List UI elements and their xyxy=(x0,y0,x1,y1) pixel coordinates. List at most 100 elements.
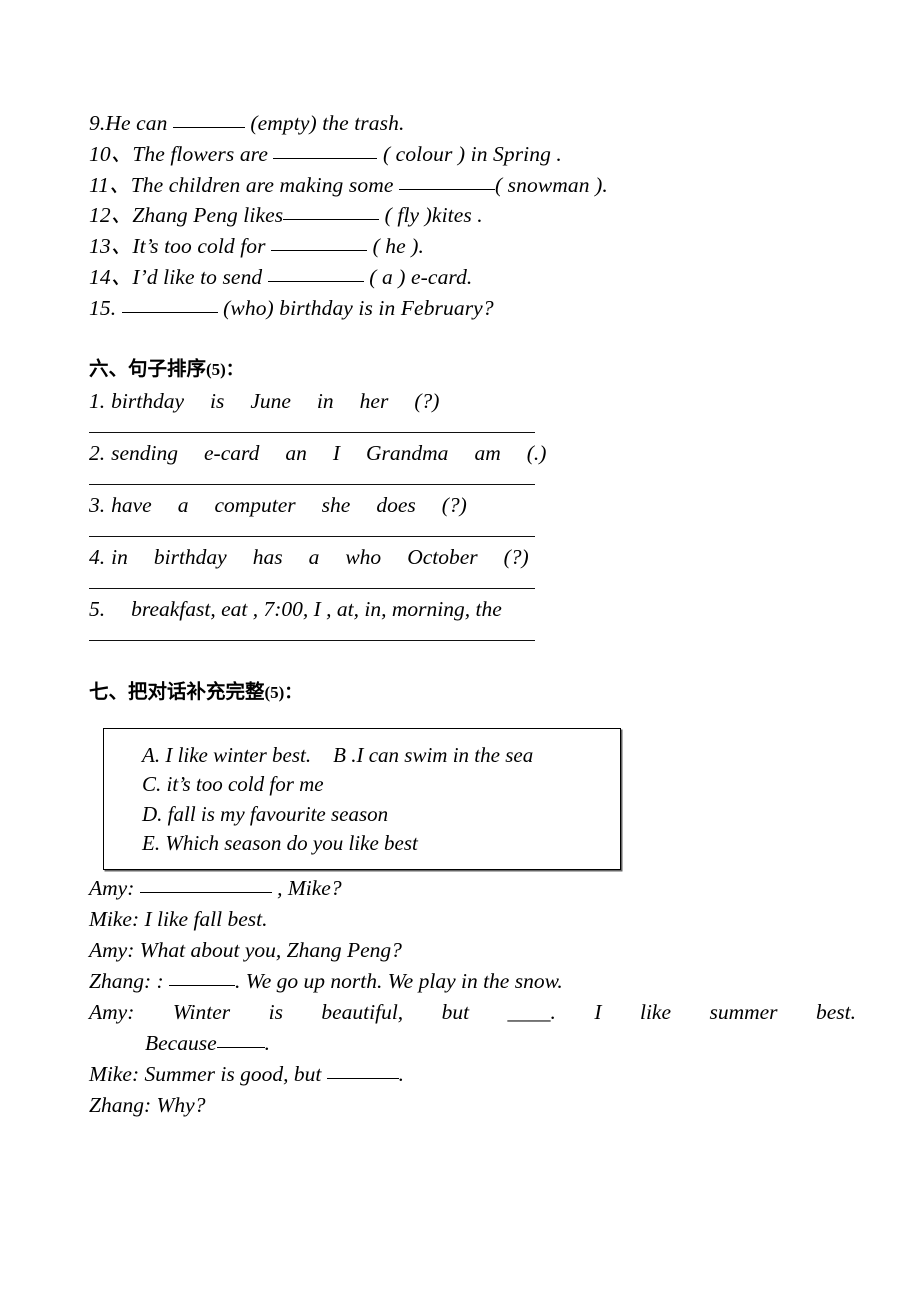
word-token: beautiful, xyxy=(321,999,404,1024)
question-item-14: 14、I’d like to send ( a ) e-card. xyxy=(89,262,857,293)
section-six-title: 六、句子排序 xyxy=(89,356,207,380)
answer-line[interactable] xyxy=(89,535,535,537)
speaker-label: Amy: xyxy=(89,999,135,1024)
reorder-item-3: 3. have a computer she does (?) xyxy=(89,487,857,520)
answer-blank[interactable] xyxy=(267,266,364,282)
answer-line[interactable] xyxy=(89,483,535,485)
worksheet-page: 9.He can (empty) the trash. 10、The flowe… xyxy=(0,0,920,1302)
word-token: October xyxy=(407,544,478,569)
word-token: June xyxy=(250,388,291,413)
question-item-10: 10、The flowers are ( colour ) in Spring … xyxy=(89,139,857,170)
answer-blank[interactable] xyxy=(216,1032,265,1048)
word-token: Winter xyxy=(172,999,231,1024)
item-text-after: (empty) the trash. xyxy=(244,111,405,135)
option-e: E. Which season do you like best xyxy=(142,831,418,856)
section-six-heading: 六、句子排序(5)： xyxy=(89,356,857,383)
option-line-c: C. it’s too cold for me xyxy=(104,770,620,800)
answer-blank[interactable]: ____. xyxy=(508,1000,556,1024)
answer-line[interactable] xyxy=(89,587,535,589)
word-token: best. xyxy=(815,999,856,1024)
sentence-reorder-list: 1. birthday is June in her (?) 2. sending e-card… xyxy=(89,383,857,641)
option-a: A. I like winter best. xyxy=(142,742,312,767)
item-number: 13、 xyxy=(89,234,133,259)
option-line-e: E. Which season do you like best xyxy=(104,829,620,859)
item-text-before: The children are making some xyxy=(130,172,399,197)
word-list: breakfast, eat , 7:00, I , at, in, morni… xyxy=(131,596,502,621)
item-text-before: Zhang Peng likes xyxy=(132,203,284,228)
option-d: D. fall is my favourite season xyxy=(142,801,389,826)
item-text-after: ( a ) e-card. xyxy=(363,264,473,289)
line-text-after: . xyxy=(398,1061,405,1086)
page-content: 9.He can (empty) the trash. 10、The flowe… xyxy=(89,108,857,1121)
dialogue-line-amy-2: Amy: What about you, Zhang Peng? xyxy=(89,935,857,966)
dialogue-line-mike-2: Mike: Summer is good, but . xyxy=(89,1059,857,1090)
word-token: (?) xyxy=(414,388,440,413)
answer-blank[interactable] xyxy=(172,112,245,128)
item-number: 10、 xyxy=(89,141,133,166)
dialogue-line-zhang-1: Zhang: : . We go up north. We play in th… xyxy=(89,966,857,997)
line-text-after: . xyxy=(264,1030,271,1055)
item-number: 15. xyxy=(89,295,117,320)
item-number: 14、 xyxy=(89,264,133,289)
question-item-11: 11、The children are making some ( snowma… xyxy=(89,170,857,201)
word-token: summer xyxy=(709,999,778,1024)
item-text-after: ( snowman ). xyxy=(494,172,608,197)
answer-blank[interactable] xyxy=(283,204,380,221)
item-text-after: ( colour ) in Spring . xyxy=(377,141,562,166)
line-text: Why? xyxy=(151,1092,206,1117)
answer-line[interactable] xyxy=(89,639,535,641)
item-text-before: He can xyxy=(105,111,173,135)
item-text-after: ( he ). xyxy=(367,234,425,259)
answer-blank[interactable] xyxy=(139,877,272,893)
item-number: 2. xyxy=(89,440,106,465)
speaker-label: Amy: xyxy=(89,875,135,900)
section-seven-title: 七、把对话补充完整 xyxy=(89,679,265,703)
dialogue-line-amy-1: Amy: , Mike? xyxy=(89,873,857,904)
answer-blank[interactable] xyxy=(169,970,236,986)
line-text-after: , Mike? xyxy=(271,875,342,900)
speaker-label: Zhang: xyxy=(89,1092,152,1117)
word-token: an xyxy=(285,440,307,465)
answer-line[interactable] xyxy=(89,431,535,433)
answer-blank[interactable] xyxy=(121,297,218,313)
speaker-label: Mike: xyxy=(89,906,140,931)
item-number: 9. xyxy=(89,111,106,135)
answer-blank[interactable] xyxy=(326,1063,399,1079)
item-number: 11、 xyxy=(89,172,131,197)
word-token: (.) xyxy=(526,440,547,465)
word-token: in xyxy=(316,388,334,413)
word-token: (?) xyxy=(441,492,467,517)
speaker-label: Zhang: xyxy=(89,968,152,993)
option-line-ab: A. I like winter best. B .I can swim in t… xyxy=(104,741,620,771)
speaker-label: Amy: xyxy=(89,937,135,962)
item-text-before: It’s too cold for xyxy=(132,234,272,259)
word-token: birthday xyxy=(153,544,227,569)
item-number: 4. xyxy=(89,544,106,569)
question-item-15: 15. (who) birthday is in February? xyxy=(89,293,857,324)
fill-in-blank-list: 9.He can (empty) the trash. 10、The flowe… xyxy=(89,108,857,324)
word-token: sending xyxy=(111,440,179,465)
option-c: C. it’s too cold for me xyxy=(142,772,324,797)
line-text: I like fall best. xyxy=(139,906,268,931)
question-item-9: 9.He can (empty) the trash. xyxy=(89,108,857,139)
item-text-before: The flowers are xyxy=(132,141,274,166)
answer-blank[interactable] xyxy=(398,174,495,190)
reorder-item-4: 4. in birthday has a who October (?) xyxy=(89,539,857,572)
item-text-before: I’d like to send xyxy=(132,264,268,289)
speaker-label: Mike: xyxy=(89,1061,140,1086)
section-six-score: (5)： xyxy=(206,359,243,379)
word-token: is xyxy=(268,999,283,1024)
word-token: a xyxy=(177,492,189,517)
question-item-12: 12、Zhang Peng likes ( fly )kites . xyxy=(89,200,857,231)
word-token: am xyxy=(474,440,501,465)
dialogue-line-amy-3: Amy: Winter is beautiful, but ____. I li… xyxy=(89,997,856,1028)
reorder-item-5: 5. breakfast, eat , 7:00, I , at, in, mor… xyxy=(89,591,857,624)
answer-blank[interactable] xyxy=(273,143,378,159)
answer-blank[interactable] xyxy=(271,235,368,252)
line-text: What about you, Zhang Peng? xyxy=(134,937,402,962)
option-b: B .I can swim in the sea xyxy=(333,742,534,767)
option-box: A. I like winter best. B .I can swim in t… xyxy=(103,727,621,870)
